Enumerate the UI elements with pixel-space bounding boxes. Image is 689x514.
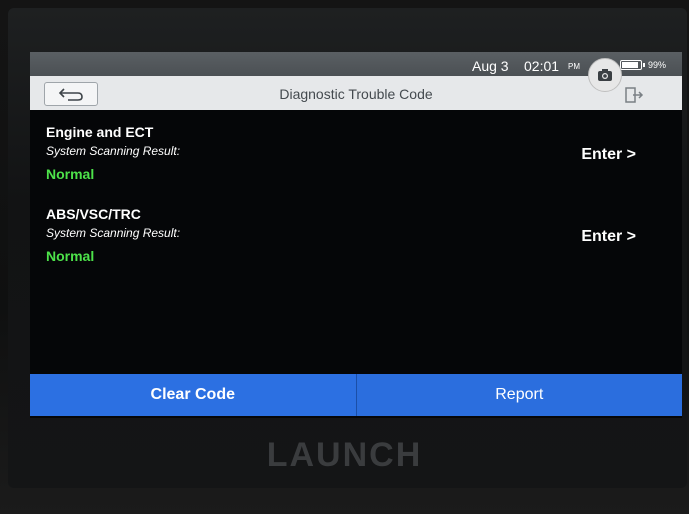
title-bar: Diagnostic Trouble Code [30,76,682,110]
page-title: Diagnostic Trouble Code [279,86,433,102]
status-ampm: PM [568,62,580,71]
report-button[interactable]: Report [355,374,682,416]
status-time: 02:01 [524,58,560,74]
result-engine-ect: Engine and ECT System Scanning Result: N… [46,124,666,190]
exit-icon [625,87,644,103]
status-date: Aug 3 [472,58,509,74]
footer-buttons: Clear Code Report [30,374,682,416]
exit-button[interactable] [620,84,648,106]
device-screen: Aug 3 02:01 PM 99% Diagnostic Trouble Co… [30,52,682,418]
scan-result-label: System Scanning Result: [46,226,181,240]
system-name: ABS/VSC/TRC [46,206,141,222]
enter-button[interactable]: Enter > [581,228,636,246]
camera-icon [598,69,612,81]
battery-icon [620,60,645,70]
photo-frame: Aug 3 02:01 PM 99% Diagnostic Trouble Co… [0,0,689,514]
battery-fill [622,62,638,68]
battery-percent: 99% [648,60,667,70]
enter-button[interactable]: Enter > [581,146,636,164]
brand-logo: LAUNCH [266,436,423,474]
screenshot-button[interactable] [588,58,622,92]
system-name: Engine and ECT [46,124,154,140]
status-text: Normal [46,248,95,264]
result-abs-vsc-trc: ABS/VSC/TRC System Scanning Result: Norm… [46,206,666,272]
status-text: Normal [46,166,95,182]
status-bar: Aug 3 02:01 PM 99% [30,52,682,76]
clear-code-button[interactable]: Clear Code [30,374,356,416]
scan-result-label: System Scanning Result: [46,144,181,158]
